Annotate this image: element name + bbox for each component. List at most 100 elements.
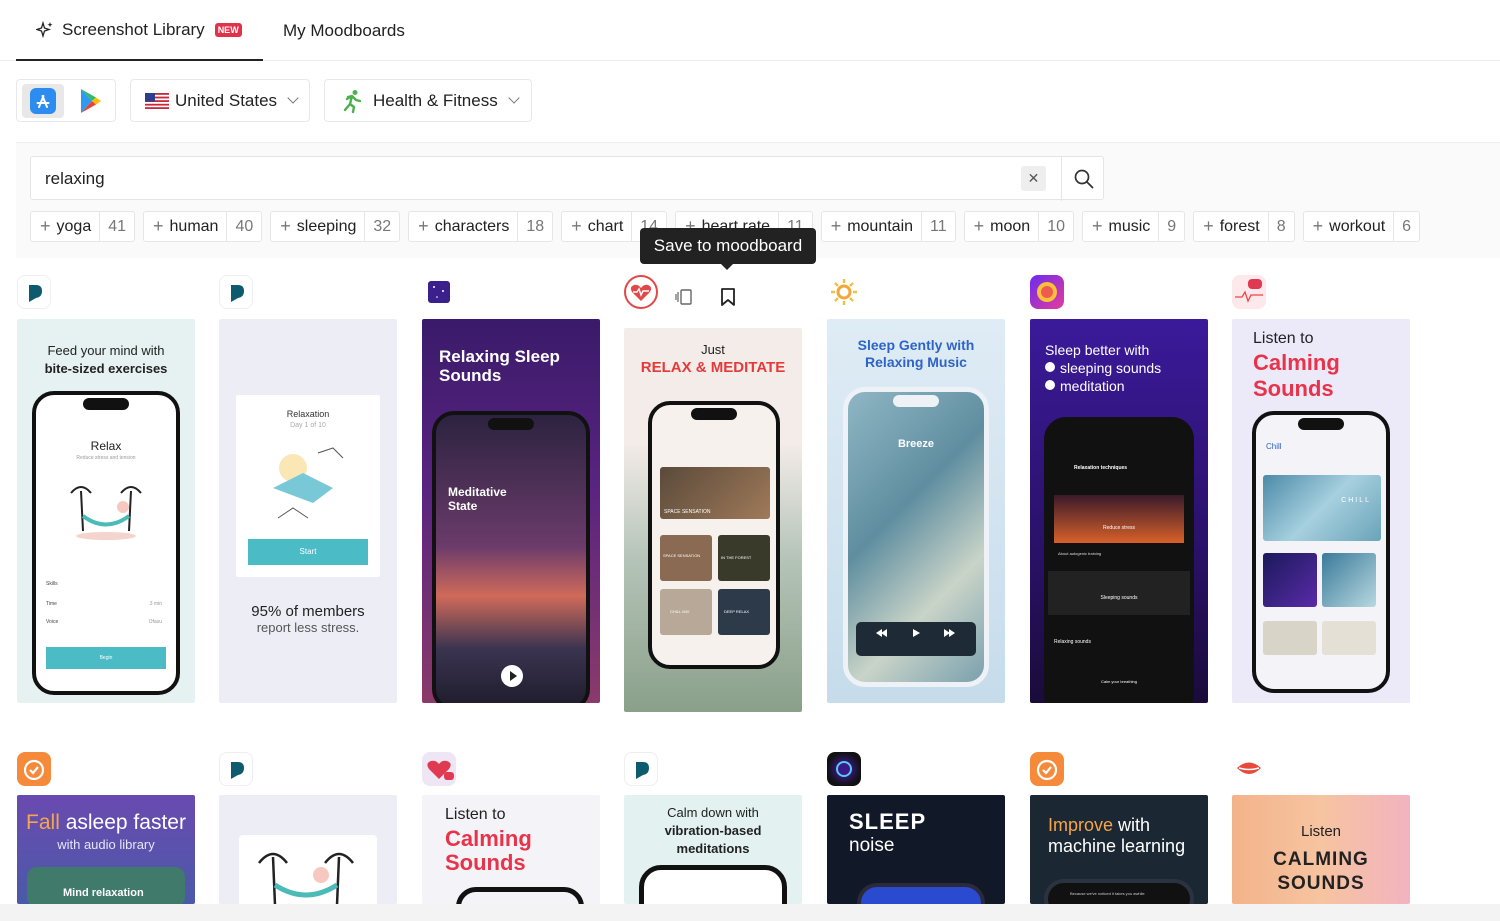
chip-label: moon [990,217,1031,235]
row-label: Voice [46,619,59,625]
hammock-illustration [70,486,142,540]
card-headline: Just [701,342,725,357]
app-icon-heart-rate[interactable] [422,752,456,786]
chip-count: 6 [1393,211,1419,242]
scroll-footer [0,904,1500,921]
chip-label: forest [1219,217,1260,235]
tile: DEEP RELAX [718,589,770,635]
timer-icon [23,759,45,781]
check-icon [1045,362,1055,372]
chip-forest[interactable]: + forest 8 [1193,211,1295,242]
screenshot-card[interactable]: Listen to Calming Sounds Chill CHILL [1232,319,1410,703]
card-headline: meditations [676,841,750,856]
category-select[interactable]: Health & Fitness [324,79,532,122]
screenshot-card[interactable]: Listen to Calming Sounds [422,795,600,904]
block-label: Reduce stress [1103,525,1135,531]
screen-title: Relax [90,439,122,453]
app-icon-lips[interactable] [1232,752,1266,786]
app-icon-heart-rate[interactable] [1232,275,1266,309]
screenshot-card[interactable]: Sleep better with sleeping sounds medita… [1030,319,1208,703]
row-value: Ofasu [148,619,162,625]
phone-mockup: Meditative State [432,411,590,703]
lips-icon [1237,762,1261,774]
app-icon-stars[interactable] [422,275,456,309]
google-play-button[interactable] [73,84,109,118]
app-icon-b[interactable] [219,275,253,309]
b-logo-icon [636,762,649,779]
card-headline: SLEEP [849,809,927,834]
screenshot-card[interactable]: SLEEP noise [827,795,1005,904]
heart-rate-icon [1235,279,1263,303]
chip-count: 18 [517,211,552,242]
card-headline: Calming [1253,350,1340,375]
screen-text: Because we've noticed it takes you awhil… [1070,891,1145,896]
card-caption: 95% of members [251,603,365,620]
tab-screenshot-library[interactable]: Screenshot Library NEW [16,0,263,61]
screenshot-card[interactable]: Calm down with vibration-based meditatio… [624,795,802,904]
card-headline: meditation [1060,378,1125,394]
galaxy-icon [836,761,852,777]
play-button [501,665,523,687]
chip-label: yoga [56,217,92,235]
screenshot-card[interactable] [219,795,397,904]
search-button[interactable] [1061,157,1105,201]
copy-icon[interactable] [675,287,695,307]
chip-human[interactable]: + human 40 [143,211,263,242]
phone-mockup: Because we've noticed it takes you awhil… [1044,879,1194,904]
app-icon-galaxy[interactable] [827,752,861,786]
chip-moon[interactable]: + moon 10 [963,211,1074,242]
bookmark-icon[interactable] [719,287,737,307]
chip-count: 40 [226,211,261,242]
chip-label: workout [1329,217,1386,235]
app-icon-sun[interactable] [827,275,861,309]
chip-music[interactable]: + music 9 [1081,211,1186,242]
chip-characters[interactable]: + characters 18 [408,211,554,242]
app-icon-timer[interactable] [1030,752,1064,786]
search-input[interactable] [45,167,945,191]
screenshot-card[interactable]: Sleep Gently with Relaxing Music Breeze [827,319,1005,703]
screen-title: Chill [1266,442,1282,451]
banner-label: SPACE SENSATION [664,509,711,515]
check-icon [1045,380,1055,390]
clear-search-button[interactable]: ✕ [1021,166,1046,191]
google-play-icon [81,89,101,113]
country-select[interactable]: United States [130,79,310,122]
app-store-icon [30,88,56,114]
card-headline: CALMING [1273,849,1369,870]
chip-mountain[interactable]: + mountain 11 [820,211,956,242]
app-icon-heart[interactable] [624,275,658,309]
app-icon-gradient-orb[interactable] [1030,275,1064,309]
dark-block: Sleeping sounds [1048,571,1190,615]
app-icon-timer[interactable] [17,752,51,786]
search-icon [1074,169,1094,189]
card-headline: Listen to [445,806,506,823]
chip-yoga[interactable]: + yoga 41 [30,211,136,242]
card-subheadline: with audio library [57,837,155,852]
screen-subtitle: Reduce stress and tension [76,455,136,461]
card-label: Mind relaxation [63,887,144,899]
app-icon-b[interactable] [17,275,51,309]
lesson-day: Day 1 of 10 [290,422,326,429]
screenshot-card[interactable]: Feed your mind with bite-sized exercises… [17,319,195,703]
screenshot-card[interactable]: Just RELAX & MEDITATE SPACE SENSATION SP… [624,328,802,712]
screenshot-card[interactable]: Fall asleep faster with audio library Mi… [17,795,195,904]
tile-label: DEEP RELAX [724,609,750,614]
app-icon-b[interactable] [219,752,253,786]
chip-workout[interactable]: + workout 6 [1302,211,1421,242]
new-badge: NEW [214,22,242,37]
top-tabs: Screenshot Library NEW My Moodboards [0,0,1500,61]
tile [1322,621,1376,655]
tab-my-moodboards[interactable]: My Moodboards [283,0,405,61]
app-store-button[interactable] [22,84,64,118]
app-icon-b[interactable] [624,752,658,786]
tile [1322,553,1376,607]
banner-image: SPACE SENSATION [660,467,770,519]
screenshot-card[interactable]: Relaxation Day 1 of 10 Start 95% of memb… [219,319,397,703]
screenshot-card[interactable]: Improve with machine learning Because we… [1030,795,1208,904]
screenshot-card[interactable]: Relaxing Sleep Sounds Meditative State [422,319,600,703]
chip-label: human [169,217,219,235]
tile-label: CHILL MIX [670,609,690,614]
row-value: 3 min [149,601,162,607]
chip-sleeping[interactable]: + sleeping 32 [270,211,401,242]
screenshot-card[interactable]: Listen CALMING SOUNDS [1232,795,1410,904]
